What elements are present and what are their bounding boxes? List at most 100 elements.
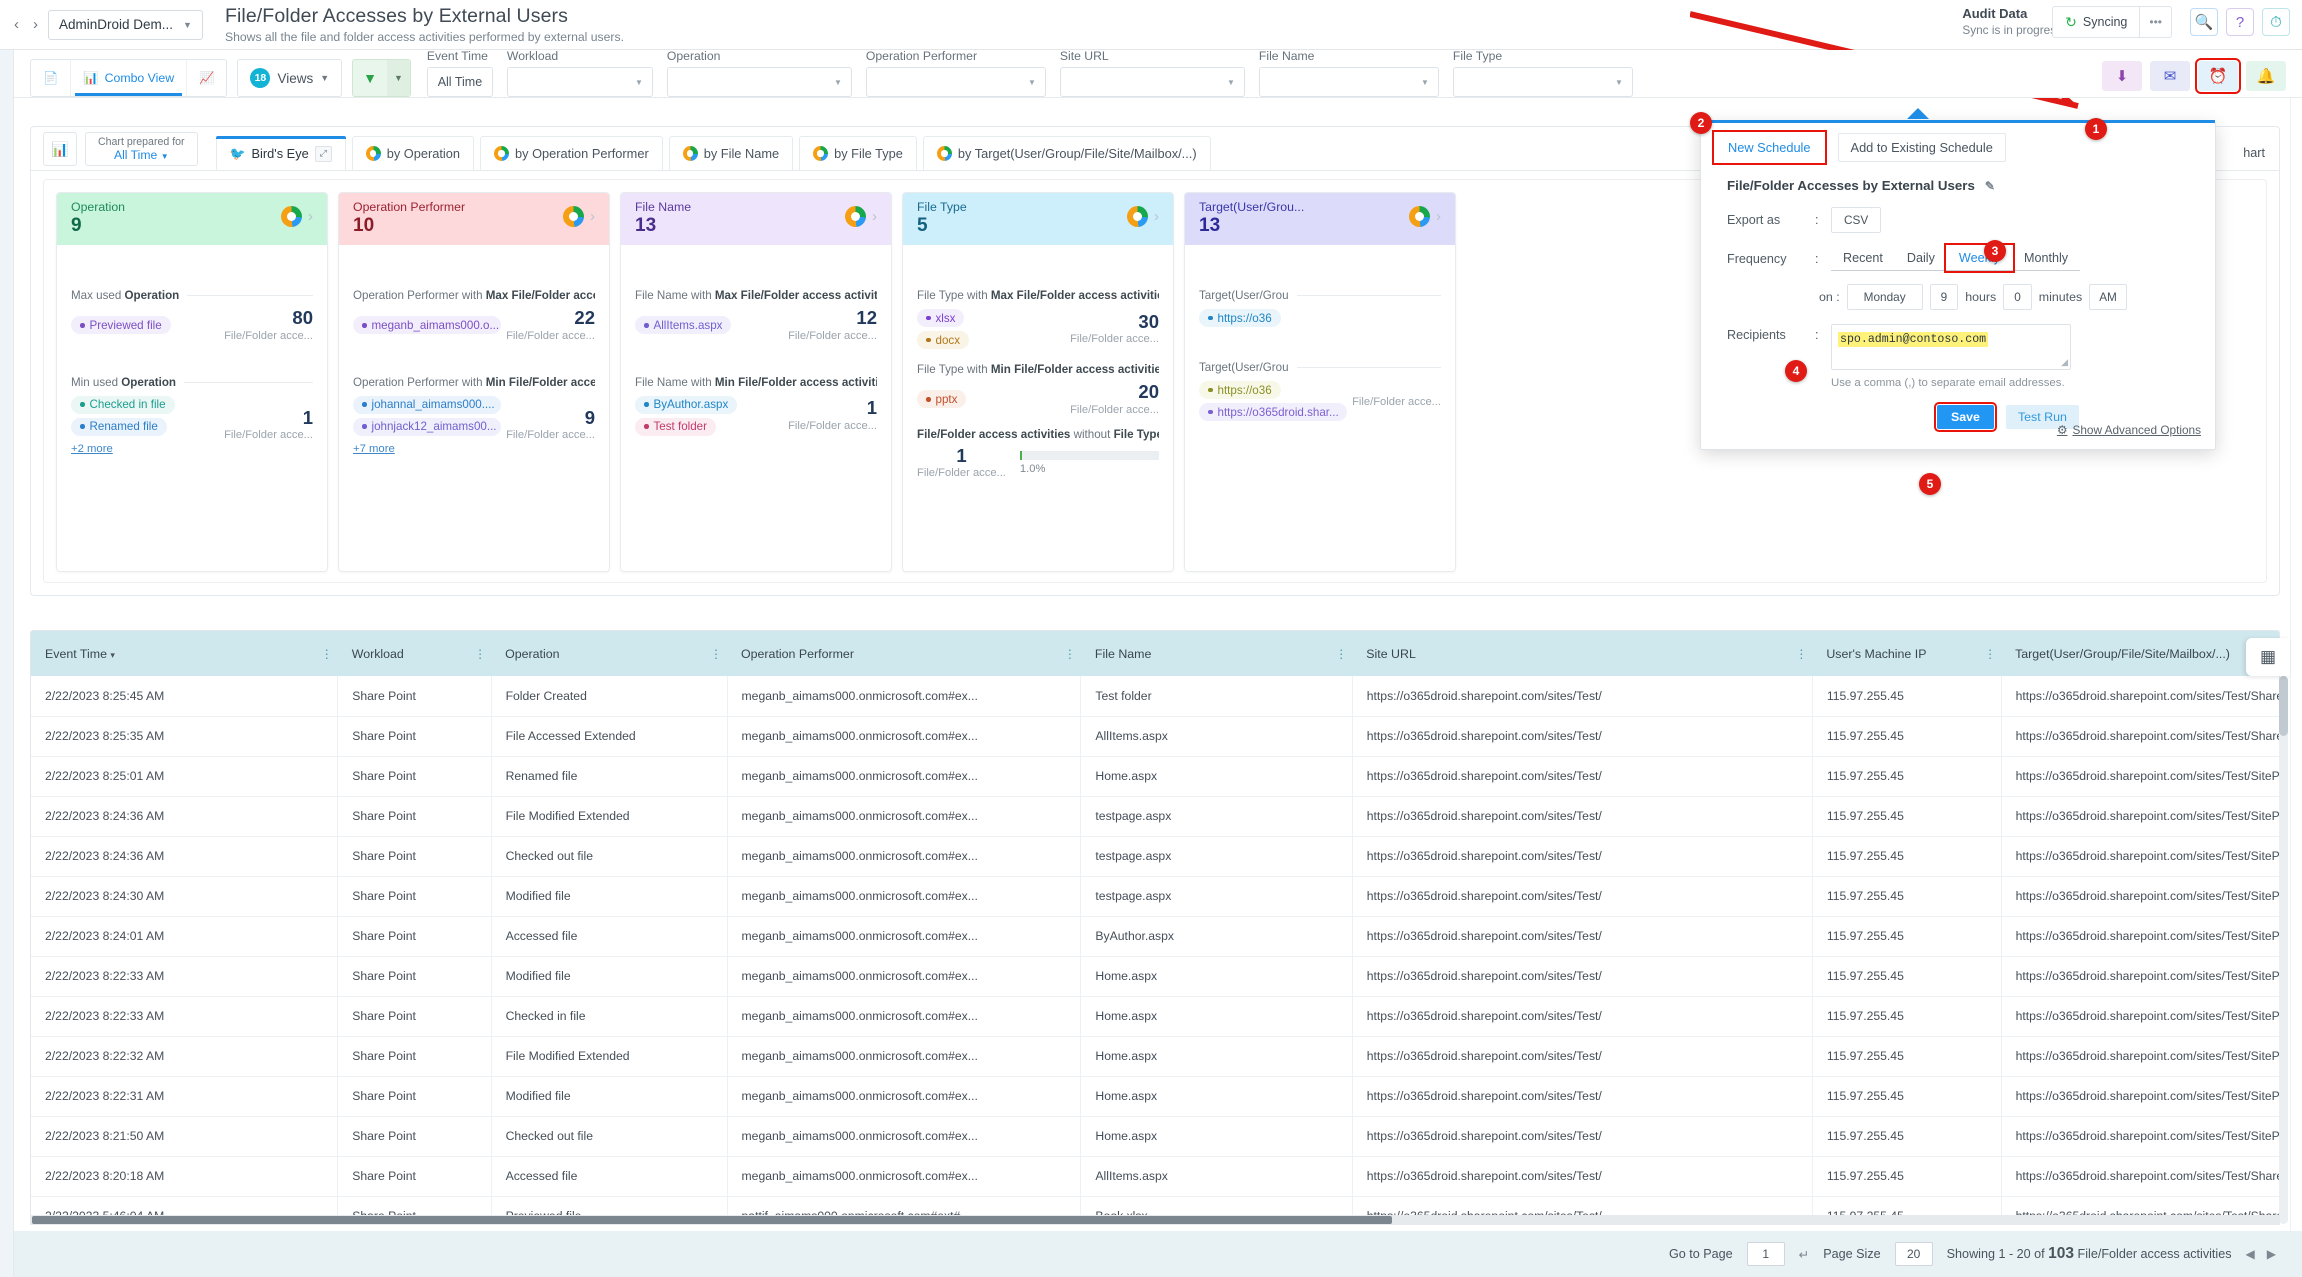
chart-tab-by-operation[interactable]: by Operation [352, 136, 474, 170]
chevron-right-icon[interactable]: › [1154, 208, 1159, 225]
chart-right-tab[interactable]: hart [2243, 146, 2265, 160]
chip[interactable]: ByAuthor.aspx [635, 396, 737, 414]
column-resize-handle[interactable]: ⋮ [1795, 647, 1806, 661]
summary-card[interactable]: Operation 9 › Max used Operation Preview… [56, 192, 328, 572]
table-header-site-url[interactable]: Site URL⋮ [1352, 631, 1812, 676]
download-icon[interactable]: ⬇ [2102, 61, 2142, 91]
table-vertical-scrollbar[interactable] [2279, 676, 2288, 1224]
table-row[interactable]: 2/22/2023 8:22:31 AMShare PointModified … [31, 1076, 2280, 1116]
chip[interactable]: johnjack12_aimams00... [353, 418, 501, 436]
chip[interactable]: docx [917, 331, 969, 349]
filter-button[interactable]: ▼ ▼ [352, 59, 411, 97]
chevron-right-icon[interactable]: › [1436, 208, 1441, 225]
goto-page-input[interactable]: 1 [1747, 1242, 1785, 1266]
chip[interactable]: https://o36 [1199, 381, 1281, 399]
summary-card[interactable]: Operation Performer 10 › Operation Perfo… [338, 192, 610, 572]
summary-card-more-link[interactable]: +2 more [71, 443, 113, 455]
table-settings-icon[interactable]: ▦ [2246, 638, 2290, 676]
donut-icon[interactable] [563, 206, 584, 227]
table-header-operation[interactable]: Operation⋮ [491, 631, 727, 676]
view-tab-chart[interactable]: 📈 [187, 60, 226, 96]
chip[interactable]: Renamed file [71, 418, 167, 436]
search-icon[interactable]: 🔍 [2190, 8, 2218, 36]
table-vertical-scroll-thumb[interactable] [2279, 676, 2288, 736]
frequency-daily[interactable]: Daily [1895, 246, 1947, 270]
table-header-operation-performer[interactable]: Operation Performer⋮ [727, 631, 1081, 676]
export-format-select[interactable]: CSV [1831, 207, 1881, 233]
expand-icon[interactable]: ⤢ [315, 146, 332, 162]
column-resize-handle[interactable]: ⋮ [710, 647, 721, 661]
table-header-user-s-machine-ip[interactable]: User's Machine IP⋮ [1812, 631, 2001, 676]
summary-card-more-link[interactable]: +7 more [353, 443, 395, 455]
table-row[interactable]: 2/22/2023 8:20:18 AMShare PointAccessed … [31, 1156, 2280, 1196]
chart-tab-by-file-name[interactable]: by File Name [669, 136, 793, 170]
site-url-select[interactable]: ▼ [1060, 67, 1245, 97]
prev-page-button[interactable]: ◀ [2246, 1247, 2255, 1261]
chevron-right-icon[interactable]: › [590, 208, 595, 225]
donut-icon[interactable] [1127, 206, 1148, 227]
table-row[interactable]: 2/22/2023 8:24:30 AMShare PointModified … [31, 876, 2280, 916]
nav-prev-button[interactable]: ‹ [10, 14, 23, 35]
table-row[interactable]: 2/22/2023 8:22:33 AMShare PointChecked i… [31, 996, 2280, 1036]
summary-card[interactable]: File Type 5 › File Type with Max File/Fo… [902, 192, 1174, 572]
table-row[interactable]: 2/22/2023 8:24:36 AMShare PointFile Modi… [31, 796, 2280, 836]
hours-input[interactable]: 9 [1930, 284, 1959, 310]
chip[interactable]: https://o36 [1199, 309, 1281, 327]
recipients-input[interactable]: spo.admin@contoso.com ◢ [1831, 324, 2071, 370]
chart-tab-by-target[interactable]: by Target(User/Group/File/Site/Mailbox/.… [923, 136, 1211, 170]
help-icon[interactable]: ? [2226, 8, 2254, 36]
chip[interactable]: meganb_aimams000.o... [353, 316, 501, 334]
chip[interactable]: https://o365droid.shar... [1199, 403, 1347, 421]
schedule-clock-icon[interactable]: ⏰ [2198, 61, 2238, 91]
file-type-select[interactable]: ▼ [1453, 67, 1633, 97]
save-button[interactable]: Save [1937, 405, 1994, 429]
frequency-monthly[interactable]: Monthly [2012, 246, 2080, 270]
event-time-button[interactable]: All Time [427, 67, 493, 97]
chevron-right-icon[interactable]: › [872, 208, 877, 225]
table-row[interactable]: 2/22/2023 8:21:50 AMShare PointChecked o… [31, 1116, 2280, 1156]
chart-tab-by-operation-performer[interactable]: by Operation Performer [480, 136, 663, 170]
nav-next-button[interactable]: › [29, 14, 42, 35]
sync-status-pill[interactable]: ↻ Syncing ••• [2052, 6, 2172, 38]
table-row[interactable]: 2/22/2023 8:22:32 AMShare PointFile Modi… [31, 1036, 2280, 1076]
views-button[interactable]: 18 Views ▼ [237, 59, 342, 97]
chevron-right-icon[interactable]: › [308, 208, 313, 225]
table-header-target-user-group-file-site-mailbox[interactable]: Target(User/Group/File/Site/Mailbox/...) [2001, 631, 2280, 676]
show-advanced-options-link[interactable]: ⚙ Show Advanced Options [2057, 423, 2201, 437]
bar-chart-icon[interactable]: 📊 [43, 132, 77, 166]
column-resize-handle[interactable]: ⋮ [321, 647, 332, 661]
activity-icon[interactable]: ⏱ [2262, 8, 2290, 36]
page-size-input[interactable]: 20 [1895, 1242, 1933, 1266]
table-horizontal-scroll-thumb[interactable] [32, 1216, 1392, 1224]
view-tab-document[interactable]: 📄 [31, 60, 71, 96]
table-row[interactable]: 2/22/2023 8:24:01 AMShare PointAccessed … [31, 916, 2280, 956]
chart-tab-birds-eye[interactable]: 🐦 Bird's Eye ⤢ [216, 136, 346, 170]
tab-add-to-existing-schedule[interactable]: Add to Existing Schedule [1838, 133, 2006, 162]
chart-tab-by-file-type[interactable]: by File Type [799, 136, 917, 170]
enter-arrow-icon[interactable]: ↵ [1799, 1247, 1810, 1262]
workload-select[interactable]: ▼ [507, 67, 653, 97]
table-row[interactable]: 2/22/2023 8:25:01 AMShare PointRenamed f… [31, 756, 2280, 796]
table-row[interactable]: 2/22/2023 8:22:33 AMShare PointModified … [31, 956, 2280, 996]
email-icon[interactable]: ✉ [2150, 61, 2190, 91]
chip[interactable]: pptx [917, 390, 966, 408]
meridiem-select[interactable]: AM [2089, 284, 2127, 310]
tab-new-schedule[interactable]: New Schedule [1715, 133, 1824, 162]
resize-handle-icon[interactable]: ◢ [2061, 357, 2068, 368]
sync-more-button[interactable]: ••• [2139, 7, 2171, 37]
column-resize-handle[interactable]: ⋮ [474, 647, 485, 661]
table-header-workload[interactable]: Workload⋮ [338, 631, 491, 676]
column-resize-handle[interactable]: ⋮ [1064, 647, 1075, 661]
chart-prepared-value[interactable]: All Time ▼ [98, 148, 185, 162]
table-horizontal-scrollbar[interactable] [30, 1215, 2280, 1225]
donut-icon[interactable] [281, 206, 302, 227]
operation-performer-select[interactable]: ▼ [866, 67, 1046, 97]
pencil-icon[interactable]: ✎ [1985, 179, 1995, 193]
minutes-input[interactable]: 0 [2003, 284, 2032, 310]
chip[interactable]: Previewed file [71, 316, 171, 334]
chip[interactable]: johannal_aimams000.... [353, 396, 501, 414]
sync-status-main[interactable]: ↻ Syncing [2053, 14, 2139, 31]
view-tab-combo[interactable]: 📊 Combo View [71, 60, 187, 96]
filter-dropdown-caret-icon[interactable]: ▼ [387, 60, 410, 96]
frequency-recent[interactable]: Recent [1831, 246, 1895, 270]
